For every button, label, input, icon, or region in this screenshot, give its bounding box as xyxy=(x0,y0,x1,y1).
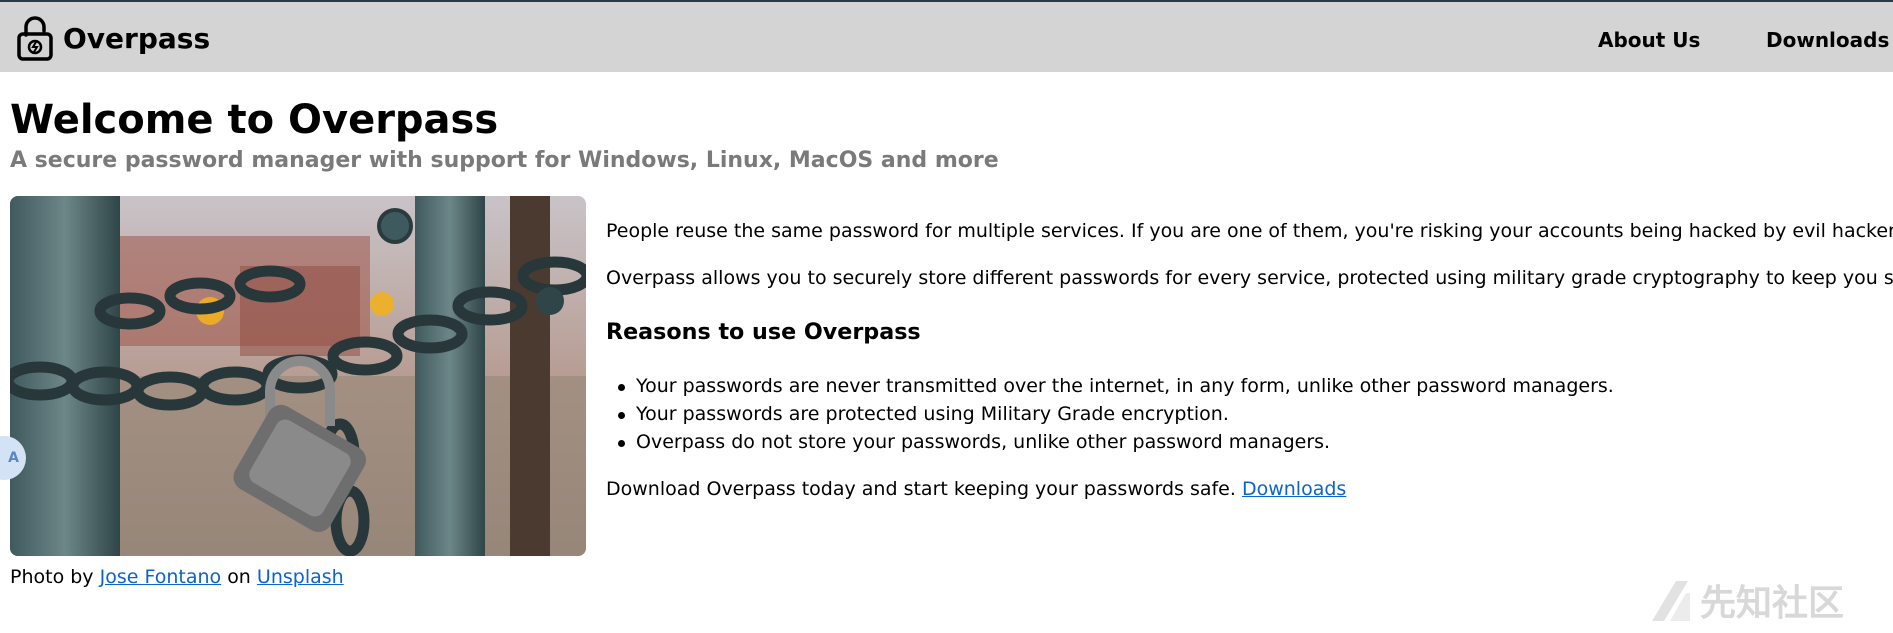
brand[interactable]: Overpass xyxy=(16,13,210,63)
downloads-link[interactable]: Downloads xyxy=(1242,478,1346,500)
photo-caption: Photo by Jose Fontano on Unsplash xyxy=(10,566,344,588)
watermark-text: 先知社区 xyxy=(1700,583,1845,624)
intro-paragraph: People reuse the same password for multi… xyxy=(606,220,1893,242)
download-paragraph: Download Overpass today and start keepin… xyxy=(606,476,1346,502)
list-item: Overpass do not store your passwords, un… xyxy=(606,429,1614,457)
author-link[interactable]: Jose Fontano xyxy=(100,566,222,588)
caption-middle: on xyxy=(227,566,251,588)
watermark: 先知社区 xyxy=(1648,575,1844,625)
nav-about-us[interactable]: About Us xyxy=(1598,28,1700,52)
reasons-heading: Reasons to use Overpass xyxy=(606,319,921,345)
download-text: Download Overpass today and start keepin… xyxy=(606,478,1236,500)
caption-prefix: Photo by xyxy=(10,566,94,588)
list-item: Your passwords are never transmitted ove… xyxy=(606,373,1614,401)
unsplash-link[interactable]: Unsplash xyxy=(257,566,344,588)
reasons-list: Your passwords are never transmitted ove… xyxy=(606,373,1614,457)
page-subtitle: A secure password manager with support f… xyxy=(10,148,999,173)
feature-paragraph: Overpass allows you to securely store di… xyxy=(606,267,1893,289)
list-item: Your passwords are protected using Milit… xyxy=(606,401,1614,429)
brand-name: Overpass xyxy=(63,21,211,55)
navbar: Overpass About Us Downloads xyxy=(0,2,1893,72)
page-title: Welcome to Overpass xyxy=(10,97,499,143)
chained-gate-image xyxy=(10,196,586,556)
padlock-icon xyxy=(17,16,53,61)
watermark-logo-icon xyxy=(1652,581,1690,621)
nav-downloads[interactable]: Downloads xyxy=(1766,28,1889,52)
hero-photo xyxy=(10,196,586,556)
